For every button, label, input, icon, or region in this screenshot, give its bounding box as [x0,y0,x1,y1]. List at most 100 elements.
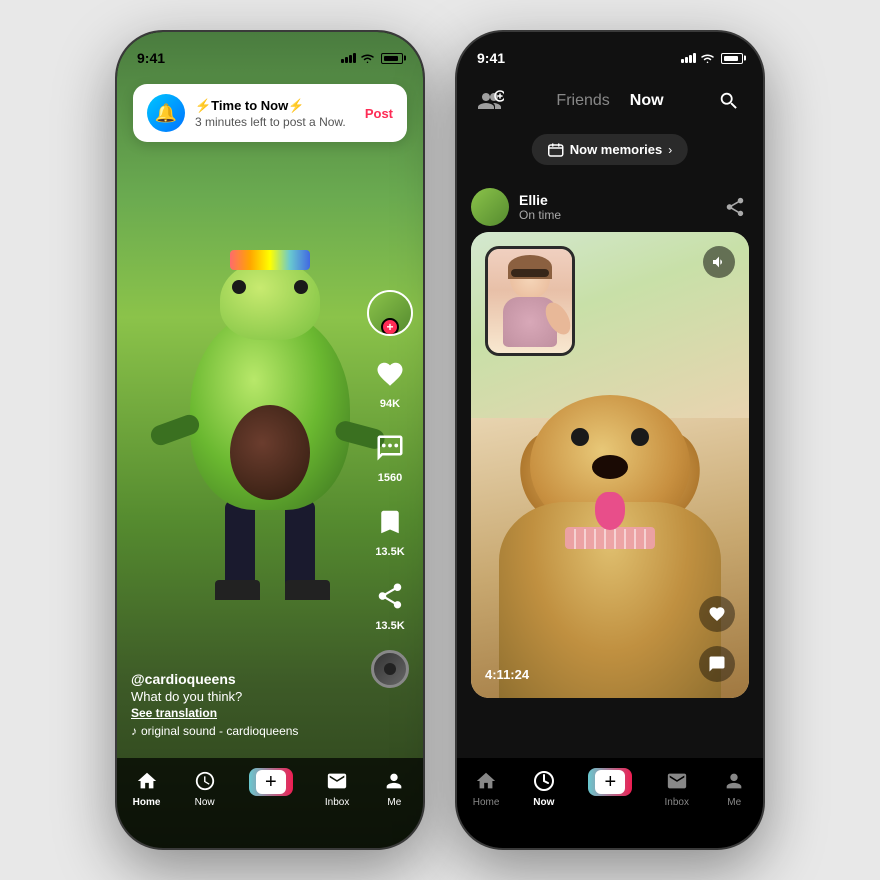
save-count: 13.5K [375,546,404,558]
now-icon-2 [531,768,557,794]
timer-display: 4:11:24 [485,667,529,682]
search-icon-btn[interactable] [715,87,743,115]
heart-icon-photo [708,605,726,623]
notification-banner[interactable]: 🔔 ⚡Time to Now⚡ 3 minutes left to post a… [133,84,407,142]
calendar-icon [548,143,564,157]
signal-icon [341,53,356,63]
nav-home-1[interactable]: Home [133,768,161,808]
notification-title: ⚡Time to Now⚡ [195,98,355,114]
status-bar: 9:41 [117,32,423,76]
dog-scarf-pattern [566,529,654,549]
friend-avatar [471,188,509,226]
nav-now-label-2: Now [533,797,554,808]
nav-now-2[interactable]: Now [531,768,557,808]
notification-subtitle: 3 minutes left to post a Now. [195,115,355,129]
tab-now[interactable]: Now [630,92,664,110]
comment-icon [370,428,410,468]
friends-now-header: Friends Now [457,76,763,126]
create-plus-button-1[interactable]: + [249,768,293,796]
volume-icon [711,254,727,270]
nav-inbox-1[interactable]: Inbox [324,768,350,808]
friend-header: Ellie On time [471,182,749,232]
comment-button[interactable]: 1560 [370,428,410,484]
tab-friends[interactable]: Friends [556,92,609,110]
comment-count: 1560 [378,472,402,484]
feed-info-container: @cardioqueens What do you think? See tra… [131,671,363,738]
feed-translate-button[interactable]: See translation [131,706,363,720]
music-note-icon: ♪ [131,724,137,738]
memories-chevron-icon: › [668,143,672,157]
follow-plus-badge: + [381,318,399,336]
plus-icon-2: + [604,772,616,792]
share-button[interactable]: 13.5K [370,576,410,632]
dog-tongue [595,492,625,530]
selfie-photo [488,249,572,353]
bookmark-icon [370,502,410,542]
bottom-nav-2: Home Now + I [457,758,763,848]
plus-icon-1: + [265,772,277,792]
notification-text: ⚡Time to Now⚡ 3 minutes left to post a N… [195,98,355,129]
wifi-icon [360,53,375,64]
nav-home-2[interactable]: Home [473,768,500,808]
nav-create-2[interactable]: + [588,768,632,796]
status-icons [341,53,403,64]
phone-1: 9:41 🔔 ⚡Time to Now⚡ 3 minutes [115,30,425,850]
status-time: 9:41 [137,50,165,66]
battery-icon [381,53,403,64]
battery-icon-2 [721,53,743,64]
save-button[interactable]: 13.5K [370,502,410,558]
status-icons-2 [681,53,743,64]
photo-comment-button[interactable] [699,646,735,682]
friend-info: Ellie On time [519,192,711,222]
nav-inbox-label-2: Inbox [665,797,689,808]
status-bar-2: 9:41 [457,32,763,76]
photo-like-button[interactable] [699,596,735,632]
memories-label: Now memories [570,142,662,157]
friend-post-status: On time [519,208,711,222]
share-icon [370,576,410,616]
like-count: 94K [380,398,400,410]
like-button[interactable]: 94K [370,354,410,410]
friend-now-photo: 4:11:24 [471,232,749,698]
share-count: 13.5K [375,620,404,632]
status-time-2: 9:41 [477,50,505,66]
notification-icon: 🔔 [147,94,185,132]
inbox-icon-1 [324,768,350,794]
nav-now-1[interactable]: Now [192,768,218,808]
create-plus-button-2[interactable]: + [588,768,632,796]
home-icon [134,768,160,794]
friend-post-container: Ellie On time [457,182,763,758]
add-friend-icon[interactable] [477,87,505,115]
feed-action-buttons: + 94K 1560 13.5K [367,290,413,688]
wifi-icon-2 [700,53,715,64]
notification-post-button[interactable]: Post [365,106,393,121]
nav-me-2[interactable]: Me [721,768,747,808]
creator-avatar-container[interactable]: + [367,290,413,336]
nav-me-label-2: Me [727,797,741,808]
feed-sound-info: ♪ original sound - cardioqueens [131,724,363,738]
creator-avatar: + [367,290,413,336]
inbox-icon-2 [664,768,690,794]
photo-action-buttons [699,596,735,682]
nav-inbox-2[interactable]: Inbox [664,768,690,808]
profile-icon-1 [381,768,407,794]
nav-home-label-2: Home [473,797,500,808]
comment-icon-photo [708,655,726,673]
nav-now-label-1: Now [195,797,215,808]
now-icon-1 [192,768,218,794]
dog-nose [592,455,628,479]
bottom-nav-1: Home Now + Inbox [117,758,423,848]
nav-inbox-label-1: Inbox [325,797,349,808]
nav-me-1[interactable]: Me [381,768,407,808]
now-memories-pill[interactable]: Now memories › [532,134,688,165]
nav-home-label-1: Home [133,797,161,808]
tab-group: Friends Now [556,92,663,110]
feed-caption: What do you think? [131,689,363,704]
phone-2: 9:41 [455,30,765,850]
signal-icon-2 [681,53,696,63]
post-share-button[interactable] [721,193,749,221]
volume-button[interactable] [703,246,735,278]
nav-create-1[interactable]: + [249,768,293,796]
sound-button[interactable] [371,650,409,688]
selfie-front-camera [485,246,575,356]
